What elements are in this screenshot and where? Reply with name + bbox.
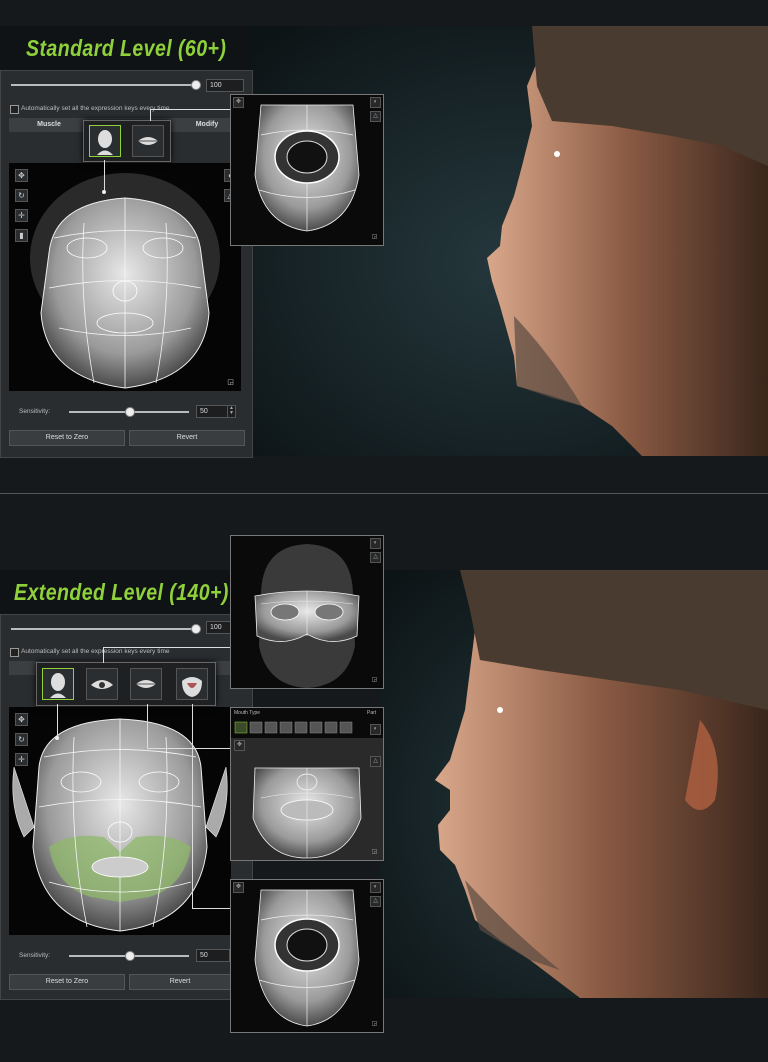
mirror-tool-icon[interactable]: ◐ bbox=[370, 724, 381, 735]
strength-slider-knob[interactable] bbox=[191, 624, 201, 634]
extended-title-bar: Extended Level (140+) bbox=[0, 570, 230, 614]
mouth-muscle-mesh bbox=[254, 104, 360, 232]
symmetry-tool-icon[interactable]: △ bbox=[370, 756, 381, 767]
eyes-button[interactable] bbox=[86, 668, 118, 700]
mouth-type-viewport[interactable]: Mouth Type Part ◐ ✥ △ ◲ bbox=[230, 707, 384, 861]
standard-title-bar: Standard Level (60+) bbox=[0, 26, 252, 70]
face-viewport[interactable] bbox=[9, 707, 231, 935]
sensitivity-slider-knob[interactable] bbox=[125, 407, 135, 417]
symmetry-tool-icon[interactable]: △ bbox=[370, 552, 381, 563]
sensitivity-value: 50 bbox=[200, 952, 208, 959]
reset-to-zero-button[interactable]: Reset to Zero bbox=[9, 974, 125, 990]
standard-title: Standard Level (60+) bbox=[26, 35, 227, 61]
tongue-button[interactable] bbox=[176, 668, 208, 700]
select-tool-icon[interactable]: ✥ bbox=[234, 740, 245, 751]
sensitivity-label: Sensitivity: bbox=[19, 408, 51, 415]
select-tool-icon[interactable]: ✥ bbox=[15, 169, 28, 182]
connector-line bbox=[150, 109, 240, 110]
select-tool-icon[interactable]: ✥ bbox=[233, 882, 244, 893]
standard-mouth-viewport[interactable]: ✥ ◐ △ ◲ bbox=[230, 94, 384, 246]
open-mouth-icon bbox=[182, 677, 202, 697]
full-face-button[interactable] bbox=[89, 125, 121, 157]
standard-face-part-selector bbox=[83, 120, 171, 162]
lips-icon bbox=[136, 680, 156, 688]
sensitivity-value-box[interactable]: 50 ▲ ▼ bbox=[196, 405, 236, 418]
face-viewport[interactable] bbox=[9, 163, 241, 391]
symmetry-tool-icon[interactable]: △ bbox=[370, 896, 381, 907]
open-mouth-muscle-mesh bbox=[254, 889, 360, 1027]
mirror-tool-icon[interactable]: ◐ bbox=[370, 97, 381, 108]
connector-line bbox=[104, 160, 105, 192]
strength-slider-track[interactable] bbox=[11, 628, 195, 630]
sensitivity-label: Sensitivity: bbox=[19, 952, 51, 959]
expand-icon[interactable]: ◲ bbox=[370, 676, 379, 685]
strength-value: 100 bbox=[210, 624, 222, 631]
strength-slider-track[interactable] bbox=[11, 84, 195, 86]
sensitivity-value: 50 bbox=[200, 408, 208, 415]
rotate-tool-icon[interactable]: ↻ bbox=[15, 733, 28, 746]
connector-line bbox=[103, 647, 240, 648]
eyes-viewport[interactable]: ◐ △ ◲ bbox=[230, 535, 384, 689]
tab-muscle[interactable]: Muscle bbox=[9, 119, 89, 131]
face-muscle-mesh bbox=[12, 718, 228, 932]
connector-dot bbox=[55, 736, 59, 740]
mouth-button[interactable] bbox=[130, 668, 162, 700]
strength-value-box[interactable]: 100 bbox=[206, 79, 244, 92]
expand-icon[interactable]: ◲ bbox=[370, 1020, 379, 1029]
revert-button[interactable]: Revert bbox=[129, 974, 231, 990]
expand-icon[interactable]: ◲ bbox=[370, 848, 379, 857]
lips-icon bbox=[138, 137, 158, 145]
move-tool-icon[interactable]: ✛ bbox=[15, 209, 28, 222]
symmetry-tool-icon[interactable]: △ bbox=[370, 111, 381, 122]
connector-dot bbox=[102, 190, 106, 194]
head-icon bbox=[50, 673, 66, 698]
revert-button[interactable]: Revert bbox=[129, 430, 245, 446]
paint-tool-icon[interactable]: ▮ bbox=[15, 229, 28, 242]
head-icon bbox=[97, 130, 113, 155]
tongue-viewport[interactable]: ✥ ◐ △ ◲ bbox=[230, 879, 384, 1033]
extended-face-part-selector bbox=[36, 662, 216, 706]
section-divider bbox=[0, 493, 768, 494]
mirror-tool-icon[interactable]: ◐ bbox=[370, 538, 381, 549]
connector-line bbox=[192, 704, 193, 908]
select-tool-icon[interactable]: ✥ bbox=[233, 97, 244, 108]
face-muscle-mesh bbox=[30, 173, 220, 389]
full-face-button[interactable] bbox=[42, 668, 74, 700]
connector-line bbox=[147, 748, 240, 749]
auto-keys-checkbox[interactable] bbox=[10, 105, 19, 114]
sensitivity-spinner[interactable]: ▲ ▼ bbox=[227, 406, 235, 417]
strength-value-box[interactable]: 100 bbox=[206, 621, 231, 634]
connector-line bbox=[103, 647, 104, 663]
expand-icon[interactable]: ◲ bbox=[225, 377, 236, 388]
reset-to-zero-button[interactable]: Reset to Zero bbox=[9, 430, 125, 446]
rotate-tool-icon[interactable]: ↻ bbox=[15, 189, 28, 202]
auto-keys-checkbox[interactable] bbox=[10, 648, 19, 657]
extended-render-photo bbox=[380, 570, 768, 998]
select-tool-icon[interactable]: ✥ bbox=[15, 713, 28, 726]
eye-muscle-mesh bbox=[254, 544, 360, 688]
connector-line bbox=[150, 109, 151, 121]
auto-keys-label: Automatically set all the expression key… bbox=[21, 648, 170, 655]
move-tool-icon[interactable]: ✛ bbox=[15, 753, 28, 766]
sensitivity-value-box[interactable]: 50 bbox=[196, 949, 230, 962]
connector-line bbox=[147, 704, 148, 748]
mouth-type-mesh bbox=[231, 721, 383, 860]
mouth-type-label: Mouth Type bbox=[234, 710, 261, 716]
extended-title: Extended Level (140+) bbox=[14, 579, 229, 605]
auto-keys-label: Automatically set all the expression key… bbox=[21, 105, 170, 112]
connector-line bbox=[57, 704, 58, 738]
eye-icon bbox=[91, 680, 113, 689]
sensitivity-slider-knob[interactable] bbox=[125, 951, 135, 961]
mouth-button[interactable] bbox=[132, 125, 164, 157]
strength-value: 100 bbox=[210, 82, 222, 89]
part-label: Part bbox=[367, 710, 377, 716]
expand-icon[interactable]: ◲ bbox=[370, 233, 379, 242]
strength-slider-knob[interactable] bbox=[191, 80, 201, 90]
man-profile-image bbox=[380, 570, 768, 998]
mirror-tool-icon[interactable]: ◐ bbox=[370, 882, 381, 893]
